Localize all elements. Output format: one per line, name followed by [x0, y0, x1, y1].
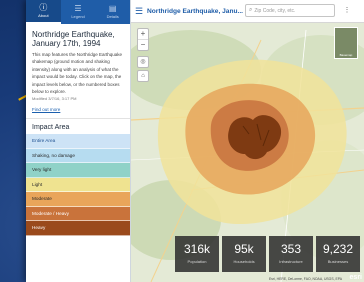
- zoom-in-button[interactable]: +: [138, 29, 148, 40]
- stat-households[interactable]: 95k Households: [222, 236, 266, 272]
- tab-legend-label: Legend: [71, 14, 85, 19]
- stat-value: 316k: [183, 242, 211, 256]
- zoom-control: + −: [137, 28, 149, 51]
- stat-label: Population: [187, 259, 207, 264]
- legend-item-shaking-no-damage[interactable]: Shaking, no damage: [26, 148, 130, 164]
- tab-details-label: Details: [106, 14, 119, 19]
- legend-item-moderate[interactable]: Moderate: [26, 192, 130, 207]
- impact-legend-list: Entire Area Shaking, no damage Very ligh…: [26, 134, 130, 236]
- legend-item-heavy[interactable]: Heavy: [26, 221, 130, 236]
- map-title: Northridge Earthquake, Janu...: [147, 7, 243, 15]
- search-placeholder: Zip Code, city, etc.: [254, 7, 296, 14]
- tab-about-label: About: [38, 13, 49, 18]
- home-icon[interactable]: ⌂: [137, 70, 149, 82]
- esri-logo: esri: [349, 274, 362, 281]
- story-title: Northridge Earthquake, January 17th, 199…: [32, 30, 115, 48]
- stat-businesses[interactable]: 9,232 Businesses: [316, 236, 360, 272]
- stats-panel: 316k Population 95k Households 353 Infra…: [175, 236, 360, 272]
- modified-date: Modified 3/7/16, 3:17 PM: [32, 96, 77, 102]
- search-input[interactable]: ⌕ Zip Code, city, etc.: [245, 4, 335, 17]
- legend-item-light[interactable]: Light: [26, 177, 130, 193]
- menu-icon[interactable]: ☰: [131, 6, 147, 17]
- stat-label: Infrastructure: [279, 259, 303, 264]
- search-menu-icon[interactable]: ⋮: [338, 4, 356, 17]
- basemap-label: Basemap: [339, 53, 353, 57]
- sidebar: ⓘ About ☰ Legend ▤ Details Northridge Ea…: [26, 0, 131, 282]
- stat-label: Households: [233, 259, 255, 264]
- tab-about[interactable]: ⓘ About: [26, 0, 61, 24]
- stat-value: 95k: [234, 242, 254, 256]
- info-icon: ⓘ: [39, 3, 48, 12]
- tab-legend[interactable]: ☰ Legend: [61, 0, 96, 24]
- stat-infrastructure[interactable]: 353 Infrastructure: [269, 236, 313, 272]
- map-view[interactable]: ☰ Northridge Earthquake, Janu... ⌕ Zip C…: [131, 0, 364, 282]
- legend-item-entire-area[interactable]: Entire Area: [26, 134, 130, 149]
- details-icon: ▤: [108, 4, 117, 13]
- stat-value: 353: [280, 242, 302, 256]
- stat-value: 9,232: [322, 242, 354, 256]
- legend-icon: ☰: [74, 4, 82, 13]
- locate-icon[interactable]: ◎: [137, 56, 149, 68]
- find-out-more-link[interactable]: Find out more: [32, 107, 124, 112]
- impact-area-heading: Impact Area: [32, 124, 70, 132]
- stat-label: Businesses: [327, 259, 349, 264]
- zoom-out-button[interactable]: −: [138, 40, 148, 50]
- sidebar-tabs: ⓘ About ☰ Legend ▤ Details: [26, 0, 130, 24]
- legend-item-moderate-heavy[interactable]: Moderate / Heavy: [26, 206, 130, 222]
- search-icon: ⌕: [249, 7, 253, 13]
- divider: [26, 118, 130, 120]
- app-window: ⓘ About ☰ Legend ▤ Details Northridge Ea…: [26, 0, 364, 282]
- stat-population[interactable]: 316k Population: [175, 236, 219, 272]
- legend-item-very-light[interactable]: Very light: [26, 163, 130, 178]
- map-attribution: Esri, HERE, DeLorme, FAO, NOAA, USGS, EP…: [268, 277, 342, 281]
- tab-details[interactable]: ▤ Details: [95, 0, 130, 24]
- basemap-toggle[interactable]: Basemap: [334, 27, 358, 59]
- story-description: This map features the Northridge Earthqu…: [32, 52, 123, 95]
